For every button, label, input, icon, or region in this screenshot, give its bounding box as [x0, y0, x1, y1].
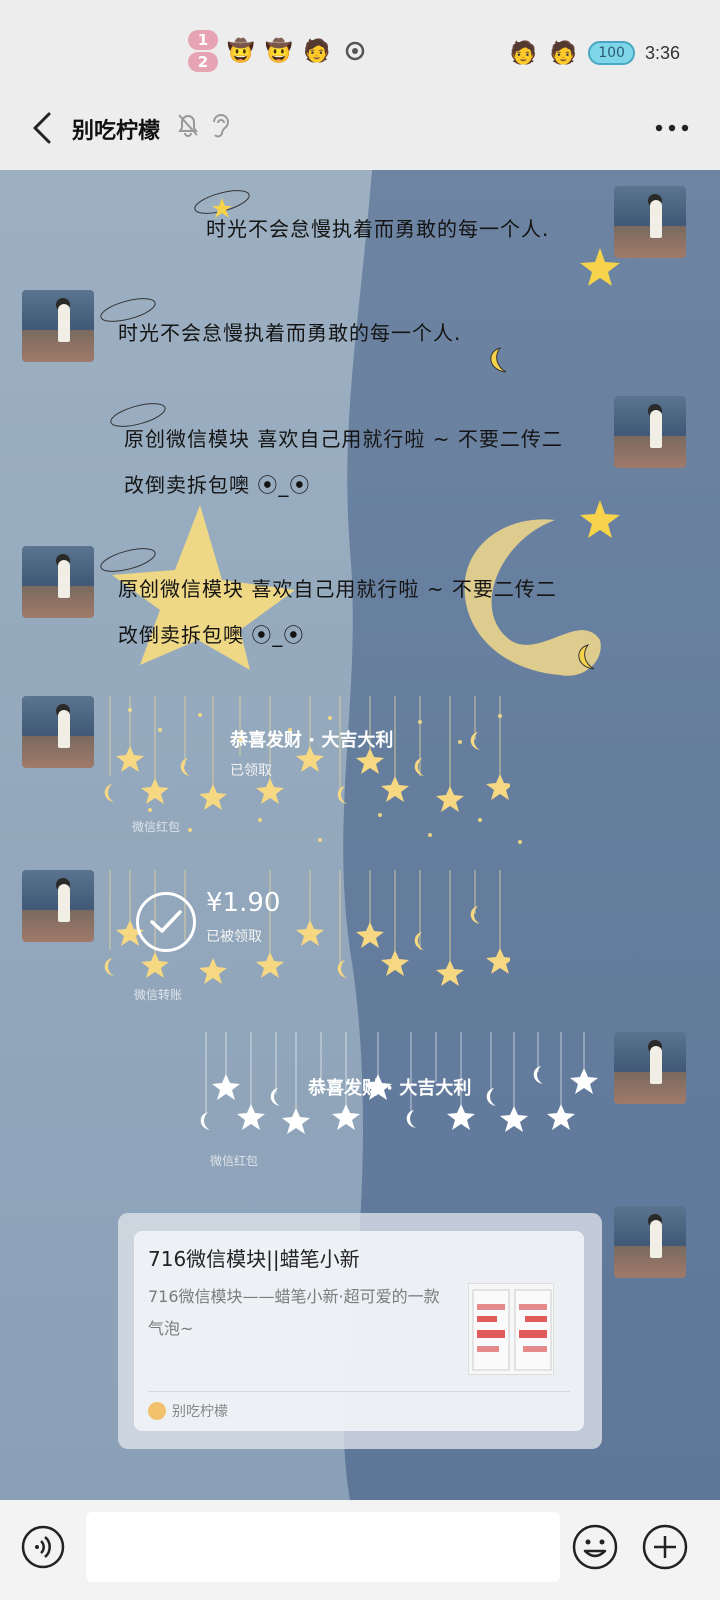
message-line: 改倒卖拆包噢 ⦿_⦿ — [118, 623, 305, 647]
straw-hat-icon: 🤠 — [265, 38, 293, 64]
avatar-self[interactable] — [614, 396, 686, 468]
avatar-self[interactable] — [614, 186, 686, 258]
link-card[interactable]: 716微信模块||蜡笔小新 716微信模块——蜡笔小新·超可爱的一款气泡~ 别吃… — [118, 1213, 602, 1449]
transfer-amount: ¥1.90 — [206, 888, 281, 918]
character-icon: 🧑 — [303, 38, 331, 64]
avatar-contact[interactable] — [22, 696, 94, 768]
chat-status-icons — [176, 112, 230, 140]
link-card-body: 716微信模块||蜡笔小新 716微信模块——蜡笔小新·超可爱的一款气泡~ 别吃… — [134, 1231, 584, 1431]
avatar-self[interactable] — [614, 1206, 686, 1278]
message-text-right[interactable]: 时光不会怠慢执着而勇敢的每一个人. — [206, 206, 549, 252]
battery-level: 100 — [598, 45, 625, 61]
red-packet-footer: 微信红包 — [210, 1154, 259, 1168]
chat-header: 别吃柠檬 — [0, 100, 720, 170]
red-packet-status: 已领取 — [230, 763, 272, 779]
status-bar: 1 2 🤠 🤠 🧑 🧑 🧑 100 3:36 — [0, 0, 720, 100]
chevron-left-icon — [33, 112, 51, 144]
chat-area[interactable]: 时光不会怠慢执着而勇敢的每一个人. 时光不会怠慢执着而勇敢的每一个人. 原创微信… — [0, 170, 720, 1500]
message-text-left[interactable]: 原创微信模块 喜欢自己用就行啦 ~ 不要二传二 改倒卖拆包噢 ⦿_⦿ — [118, 566, 557, 658]
avatar-contact[interactable] — [22, 870, 94, 942]
link-source-name: 别吃柠檬 — [172, 1404, 228, 1420]
notif-badge-2: 2 — [188, 52, 218, 72]
check-circle-icon — [136, 892, 196, 952]
more-options-button[interactable] — [652, 108, 692, 148]
link-title: 716微信模块||蜡笔小新 — [148, 1247, 360, 1271]
voice-icon — [21, 1525, 65, 1569]
voice-button[interactable] — [18, 1522, 68, 1572]
message-line: 原创微信模块 喜欢自己用就行啦 ~ 不要二传二 — [118, 577, 557, 601]
avatar-contact[interactable] — [22, 546, 94, 618]
swirl-icon — [340, 36, 370, 66]
message-input[interactable] — [86, 1512, 560, 1582]
transfer-status: 已被领取 — [206, 929, 262, 945]
status-time: 3:36 — [644, 42, 680, 63]
message-line: 原创微信模块 喜欢自己用就行啦 ~ 不要二传二 — [124, 427, 563, 451]
message-text-right[interactable]: 原创微信模块 喜欢自己用就行啦 ~ 不要二传二 改倒卖拆包噢 ⦿_⦿ — [124, 416, 563, 508]
straw-hat-icon: 🤠 — [227, 38, 255, 64]
message-text-left[interactable]: 时光不会怠慢执着而勇敢的每一个人. — [118, 310, 461, 356]
emoji-icon — [572, 1524, 618, 1570]
divider — [148, 1391, 570, 1392]
input-bar — [0, 1500, 720, 1600]
character-icon: 🧑 — [549, 40, 577, 66]
message-line: 改倒卖拆包噢 ⦿_⦿ — [124, 473, 311, 497]
star-garland-decoration — [200, 1032, 598, 1134]
transfer-footer: 微信转账 — [134, 988, 183, 1002]
notification-badges: 1 2 — [188, 30, 218, 72]
link-source: 别吃柠檬 — [148, 1401, 228, 1421]
transfer-card[interactable]: ¥1.90 已被领取 微信转账 — [100, 870, 510, 1010]
status-right: 🧑 🧑 100 3:36 — [508, 38, 680, 68]
emoji-button[interactable] — [570, 1522, 620, 1572]
link-thumbnail — [468, 1283, 554, 1375]
red-packet-title: 恭喜发财 · 大吉大利 — [230, 730, 394, 751]
avatar-self[interactable] — [614, 1032, 686, 1104]
battery-icon: 100 — [588, 41, 635, 65]
ear-icon — [213, 114, 230, 138]
notification-icons: 1 2 🤠 🤠 🧑 — [188, 30, 370, 72]
character-icon: 🧑 — [509, 40, 537, 66]
red-packet-title: 恭喜发财 · 大吉大利 — [308, 1078, 472, 1099]
red-packet-card[interactable]: 恭喜发财 · 大吉大利 微信红包 — [196, 1032, 606, 1172]
red-packet-footer: 微信红包 — [132, 820, 181, 834]
mute-bell-icon — [178, 114, 198, 137]
avatar-contact[interactable] — [22, 290, 94, 362]
ellipsis-icon — [655, 124, 689, 132]
plus-icon — [642, 1524, 688, 1570]
star-garland-decoration — [104, 696, 510, 812]
source-avatar-icon — [148, 1402, 166, 1420]
more-actions-button[interactable] — [640, 1522, 690, 1572]
link-description: 716微信模块——蜡笔小新·超可爱的一款气泡~ — [148, 1287, 440, 1338]
notif-badge-1: 1 — [188, 30, 218, 50]
red-packet-card[interactable]: 恭喜发财 · 大吉大利 已领取 微信红包 — [100, 696, 510, 836]
back-button[interactable] — [22, 108, 62, 148]
chat-title: 别吃柠檬 — [72, 119, 161, 144]
